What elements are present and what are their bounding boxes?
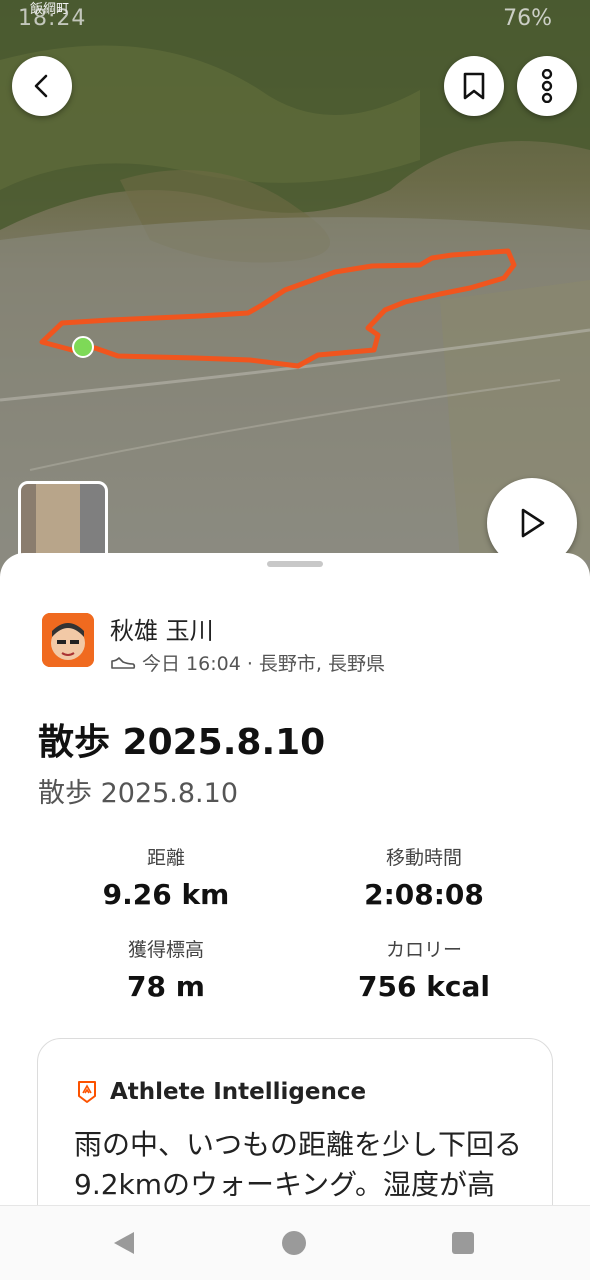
stat-label: 距離 (146, 847, 185, 869)
start-marker (72, 336, 94, 358)
play-icon (521, 508, 545, 538)
activity-sheet: 秋雄 玉川 今日 16:04 · 長野市, 長野県 散歩 2025.8.10 散… (0, 553, 590, 1279)
athlete-intelligence-icon (78, 1081, 96, 1103)
stat-label: カロリー (385, 939, 462, 961)
nav-back-icon[interactable] (114, 1232, 134, 1254)
avatar[interactable] (42, 613, 94, 667)
bookmark-icon (463, 72, 485, 100)
stat-distance: 距離 9.26 km (46, 843, 286, 911)
stat-value: 9.26 km (102, 878, 230, 911)
stat-label: 移動時間 (385, 847, 462, 869)
activity-description: 散歩 2025.8.10 (38, 778, 238, 809)
stat-value: 2:08:08 (364, 878, 484, 911)
more-options-button[interactable] (517, 56, 577, 116)
activity-meta-text: 今日 16:04 · 長野市, 長野県 (142, 653, 385, 675)
stat-moving-time: 移動時間 2:08:08 (304, 843, 544, 911)
shoe-icon (111, 656, 136, 669)
stat-calories: カロリー 756 kcal (304, 935, 544, 1003)
activity-meta: 今日 16:04 · 長野市, 長野県 (110, 649, 385, 676)
more-vertical-icon (541, 69, 553, 103)
sheet-handle[interactable] (267, 561, 323, 567)
status-battery: 76% (503, 6, 552, 31)
bookmark-button[interactable] (444, 56, 504, 116)
athlete-intelligence-title: Athlete Intelligence (110, 1079, 367, 1105)
nav-home-icon[interactable] (282, 1231, 306, 1255)
athlete-name[interactable]: 秋雄 玉川 (110, 611, 214, 646)
system-nav-bar (0, 1205, 590, 1280)
stat-value: 78 m (127, 970, 205, 1003)
stat-label: 獲得標高 (127, 939, 204, 961)
status-bar: 飯綱町 18:24 76% (0, 0, 590, 36)
status-time: 18:24 (18, 6, 87, 31)
nav-recents-icon[interactable] (452, 1232, 474, 1254)
stat-value: 756 kcal (358, 970, 490, 1003)
stat-elevation-gain: 獲得標高 78 m (46, 935, 286, 1003)
back-button[interactable] (12, 56, 72, 116)
activity-title: 散歩 2025.8.10 (38, 722, 326, 763)
chevron-left-icon (34, 74, 48, 98)
